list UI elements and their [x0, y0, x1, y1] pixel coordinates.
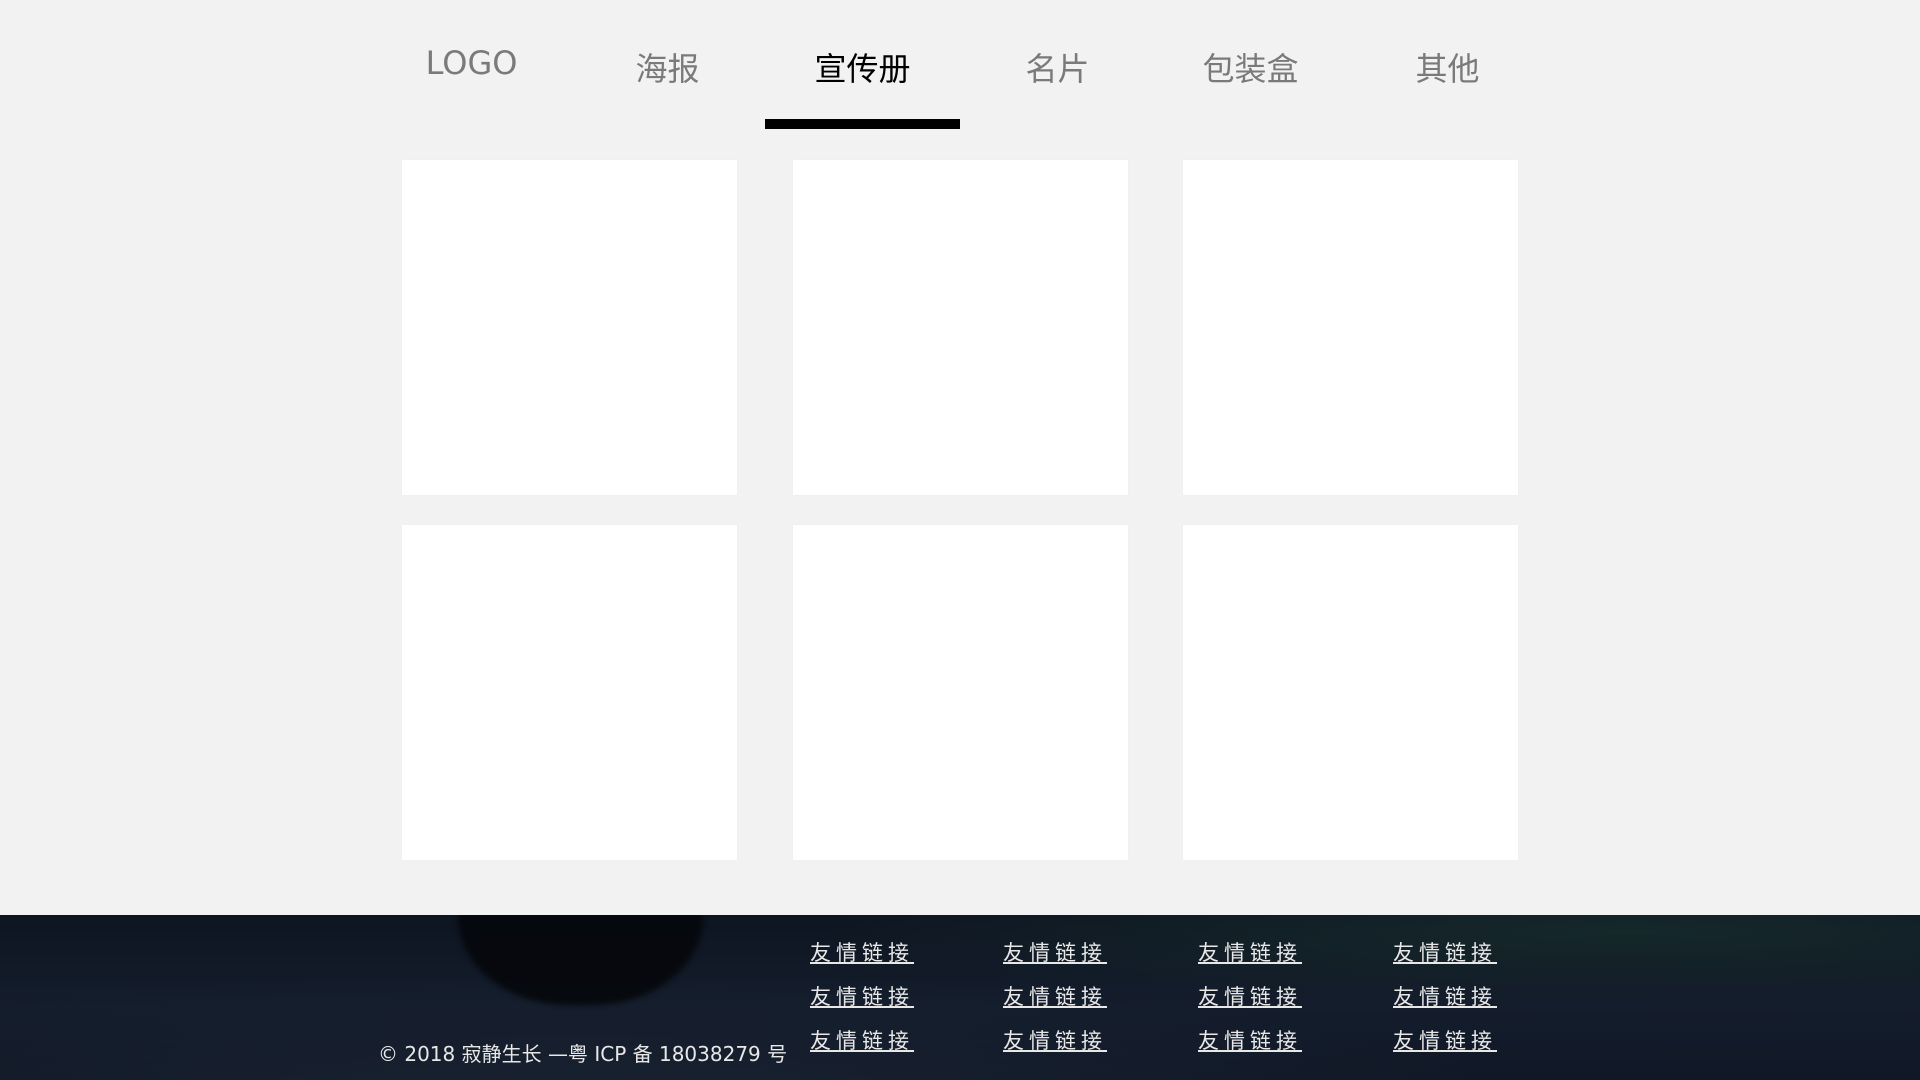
tab-packaging-box[interactable]: 包装盒	[1153, 40, 1348, 130]
gallery-item[interactable]	[793, 525, 1128, 860]
tab-other[interactable]: 其他	[1350, 40, 1545, 130]
gallery-item[interactable]	[1183, 160, 1518, 495]
friend-link[interactable]: 友情链接	[1393, 981, 1513, 1011]
gallery-item[interactable]	[402, 525, 737, 860]
gallery-item[interactable]	[793, 160, 1128, 495]
gallery-item[interactable]	[402, 160, 737, 495]
friend-link[interactable]: 友情链接	[1198, 937, 1318, 967]
footer-background-silhouette	[458, 915, 703, 1005]
friend-link[interactable]: 友情链接	[1393, 1025, 1513, 1055]
tab-brochure[interactable]: 宣传册	[765, 40, 960, 130]
footer: © 2018 寂静生长 —粤 ICP 备 18038279 号 友情链接 友情链…	[0, 915, 1920, 1080]
page: LOGO 海报 宣传册 名片 包装盒 其他 © 2018 寂静生长 —粤 ICP…	[0, 0, 1920, 1080]
friend-link[interactable]: 友情链接	[810, 1025, 930, 1055]
friend-link[interactable]: 友情链接	[1003, 981, 1123, 1011]
friend-link[interactable]: 友情链接	[1198, 1025, 1318, 1055]
tab-business-card[interactable]: 名片	[960, 40, 1155, 130]
tab-logo[interactable]: LOGO	[374, 40, 569, 130]
friend-link[interactable]: 友情链接	[1003, 937, 1123, 967]
gallery-item[interactable]	[1183, 525, 1518, 860]
friend-link[interactable]: 友情链接	[1393, 937, 1513, 967]
friend-link[interactable]: 友情链接	[1198, 981, 1318, 1011]
friend-link[interactable]: 友情链接	[810, 937, 930, 967]
category-tabs: LOGO 海报 宣传册 名片 包装盒 其他	[0, 0, 1920, 130]
tab-poster[interactable]: 海报	[570, 40, 765, 130]
active-tab-indicator	[765, 119, 960, 129]
friend-link[interactable]: 友情链接	[810, 981, 930, 1011]
friend-link[interactable]: 友情链接	[1003, 1025, 1123, 1055]
copyright-text: © 2018 寂静生长 —粤 ICP 备 18038279 号	[378, 1042, 788, 1066]
